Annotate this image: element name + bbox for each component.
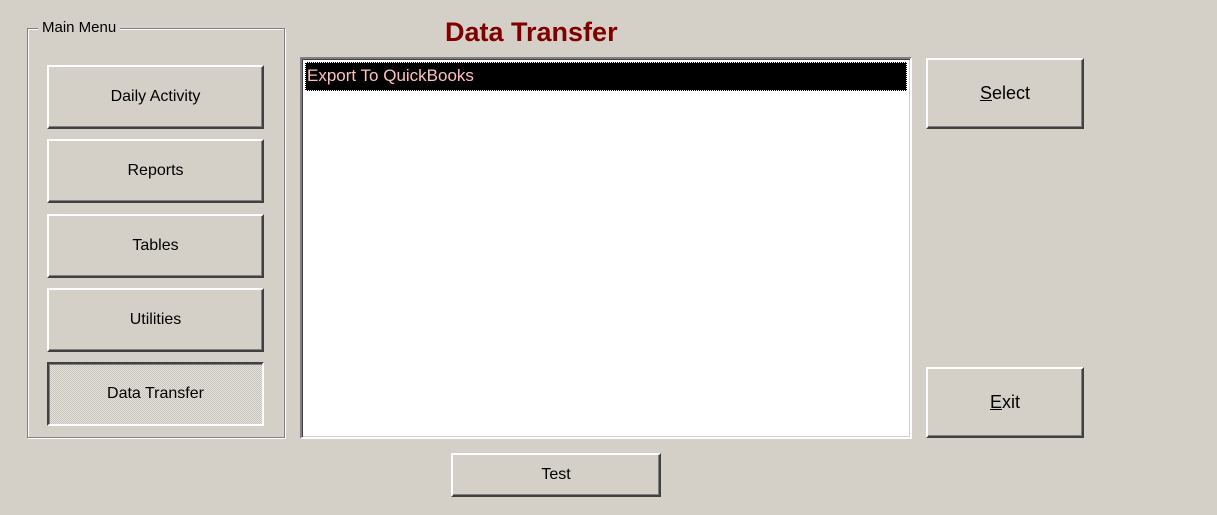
data-transfer-window: Main Menu Daily Activity Reports Tables … — [0, 0, 1217, 515]
utilities-button[interactable]: Utilities — [47, 288, 264, 352]
reports-button[interactable]: Reports — [47, 139, 264, 203]
reports-button-label: Reports — [127, 162, 184, 179]
select-button[interactable]: Select — [926, 58, 1084, 129]
data-transfer-button-label: Data Transfer — [107, 385, 204, 402]
tables-button[interactable]: Tables — [47, 214, 264, 278]
exit-button[interactable]: Exit — [926, 367, 1084, 438]
transfer-options-listbox[interactable]: Export To QuickBooks — [300, 57, 912, 439]
main-menu-group-label: Main Menu — [38, 19, 121, 37]
daily-activity-button-label: Daily Activity — [110, 88, 201, 105]
exit-button-label: Exit — [989, 392, 1020, 412]
utilities-button-label: Utilities — [129, 311, 182, 328]
tables-button-label: Tables — [132, 237, 179, 254]
list-item-export-to-quickbooks[interactable]: Export To QuickBooks — [305, 62, 907, 91]
test-button[interactable]: Test — [451, 453, 661, 497]
data-transfer-button[interactable]: Data Transfer — [47, 362, 264, 426]
select-button-label: Select — [979, 83, 1031, 103]
page-title: Data Transfer — [445, 17, 618, 47]
test-button-label: Test — [541, 466, 571, 483]
daily-activity-button[interactable]: Daily Activity — [47, 65, 264, 129]
